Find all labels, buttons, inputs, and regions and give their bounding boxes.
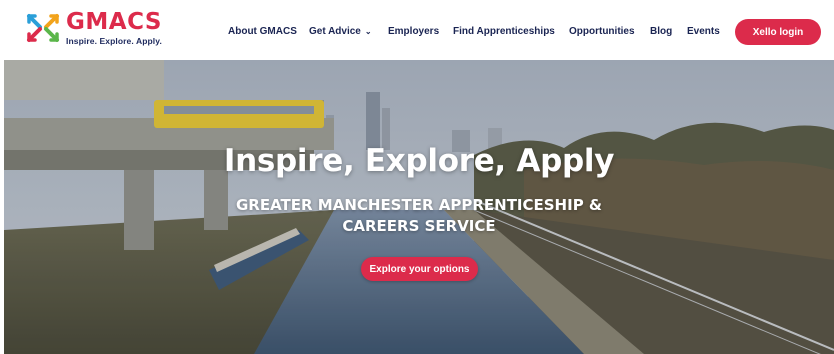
site-header: GMACS Inspire. Explore. Apply. About GMA… <box>0 0 834 62</box>
explore-options-button[interactable]: Explore your options <box>361 257 478 281</box>
xello-login-button[interactable]: Xello login <box>735 19 821 45</box>
hero-subtitle-line1: GREATER MANCHESTER APPRENTICESHIP & <box>235 196 602 214</box>
nav-blog[interactable]: Blog <box>650 26 672 37</box>
nav-events[interactable]: Events <box>687 26 720 37</box>
main-nav: About GMACS Get Advice ⌄ Employers Find A… <box>0 0 834 62</box>
hero-subtitle-line2: CAREERS SERVICE <box>342 217 496 235</box>
nav-get-advice[interactable]: Get Advice ⌄ <box>309 26 372 37</box>
hero-title: Inspire, Explore, Apply <box>223 143 615 179</box>
chevron-down-icon: ⌄ <box>364 27 372 36</box>
nav-get-advice-label: Get Advice <box>309 26 361 37</box>
hero-banner: Inspire, Explore, Apply GREATER MANCHEST… <box>4 60 834 354</box>
nav-about-gmacs[interactable]: About GMACS <box>228 26 297 37</box>
nav-opportunities[interactable]: Opportunities <box>569 26 635 37</box>
nav-employers[interactable]: Employers <box>388 26 439 37</box>
nav-find-apprenticeships[interactable]: Find Apprenticeships <box>453 26 555 37</box>
hero-subtitle: GREATER MANCHESTER APPRENTICESHIP & CARE… <box>204 195 634 237</box>
